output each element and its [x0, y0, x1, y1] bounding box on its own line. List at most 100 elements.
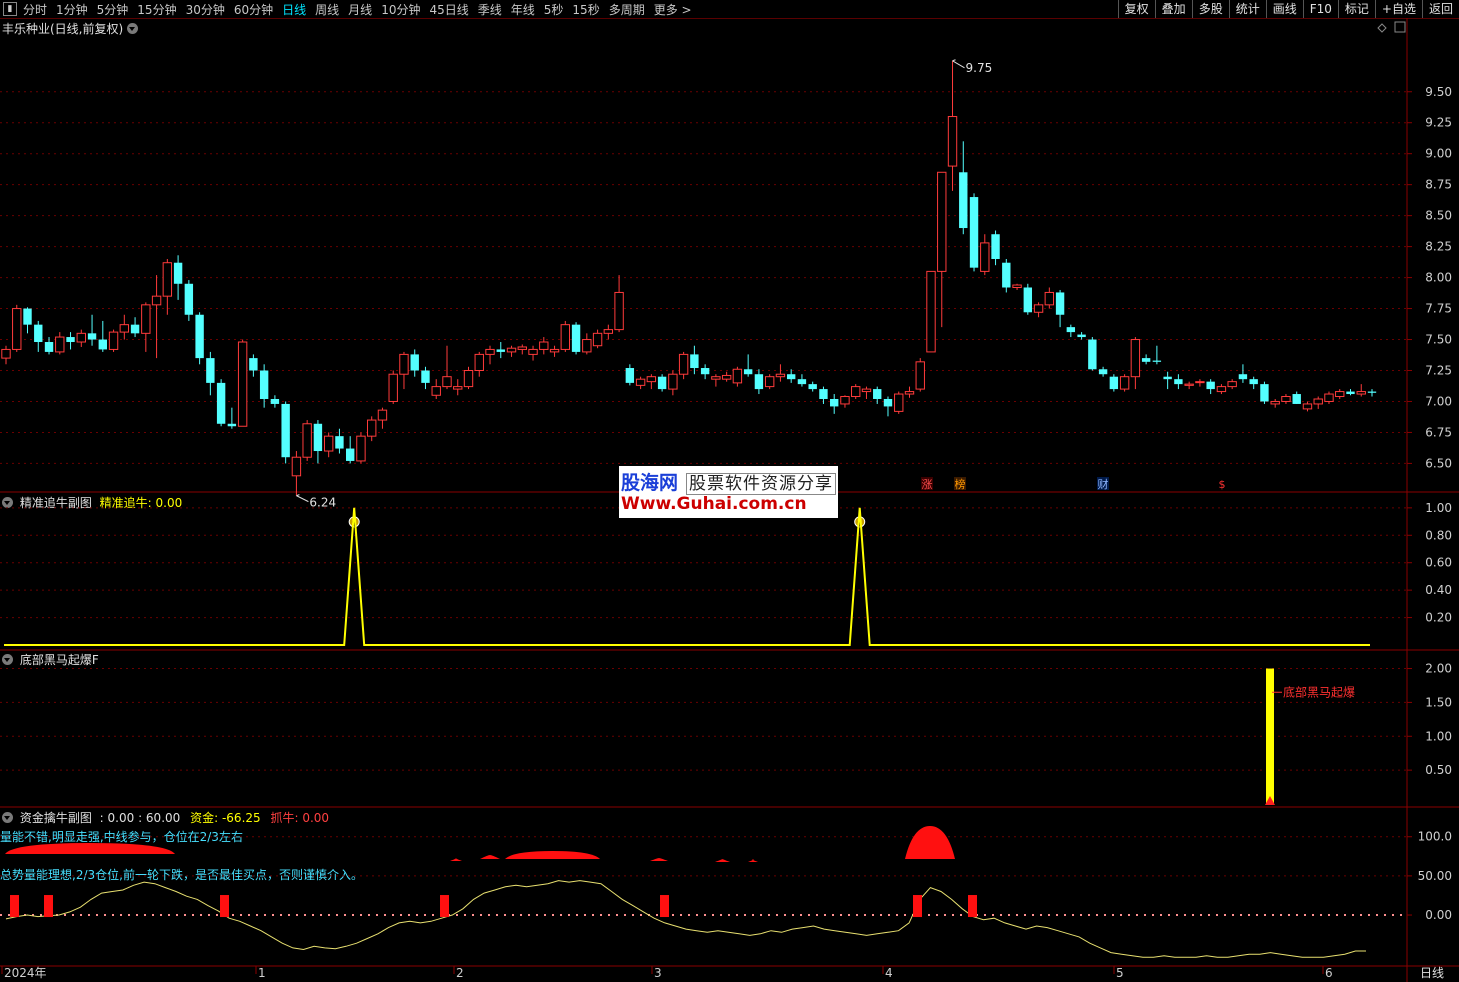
candle-body-up [12, 308, 22, 350]
candle-body-down [819, 389, 828, 399]
event-marker-3: $ [1219, 478, 1226, 491]
candle-body-down [1098, 369, 1108, 375]
candle-body-up [721, 374, 732, 380]
y-tick-label: 7.00 [1425, 394, 1452, 408]
catch-marker [968, 895, 977, 918]
y-tick-label: 50.00 [1418, 869, 1452, 883]
candle-body-down [1238, 374, 1248, 380]
candle-body-up [377, 409, 388, 421]
y-tick-label: 0.50 [1425, 763, 1452, 777]
candle-body-down [1152, 360, 1162, 362]
candle-body-up [1044, 291, 1055, 306]
candle-body-up [980, 242, 990, 272]
candle-body-down [1023, 287, 1033, 313]
y-tick-label: 8.75 [1425, 178, 1452, 192]
candle-body-up [851, 386, 861, 398]
fund-area [450, 858, 462, 861]
fund-area [505, 851, 600, 859]
candle-body-up [237, 341, 248, 427]
candle-body-up [840, 396, 850, 405]
y-tick-label: 7.50 [1425, 333, 1452, 347]
fund-area [480, 855, 500, 859]
catch-marker [913, 895, 922, 918]
watermark-logo: 股海网 股票软件资源分享 Www.Guhai.com.cn [619, 466, 838, 518]
panel-maximize-icon [1394, 21, 1406, 33]
y-tick-label: 0.80 [1425, 528, 1452, 542]
candle-body-up [678, 353, 689, 375]
candle-body-up [442, 376, 452, 388]
candle-body-down [259, 370, 269, 399]
catch-marker [10, 895, 19, 918]
candle-body-up [1216, 386, 1227, 393]
candle-body-up [431, 386, 441, 396]
candle-body-up [1302, 403, 1313, 410]
candle-body-down [1141, 358, 1151, 362]
y-tick-label: 9.50 [1425, 85, 1452, 99]
candle-body-up [108, 331, 119, 350]
candle-body-up [668, 373, 678, 390]
candle-body-up [485, 348, 495, 355]
catch-marker [440, 895, 449, 918]
y-tick-label: 0.60 [1425, 556, 1452, 570]
candle-body-down [249, 358, 258, 371]
candle-body-up [55, 336, 65, 353]
candle-body-up [463, 370, 474, 388]
candle-body-up [141, 304, 151, 334]
y-tick-label: 1.50 [1425, 695, 1452, 709]
candle-body-up [302, 423, 312, 458]
candle-body-down [335, 436, 344, 449]
series-line-jingzhun [4, 507, 1370, 646]
candle-body-down [1174, 379, 1183, 385]
y-tick-label: 1.00 [1425, 501, 1452, 515]
y-tick-label: 1.00 [1425, 729, 1452, 743]
candle-body-up [635, 378, 646, 386]
candle-body-down [1066, 327, 1076, 333]
y-tick-label: 100.0 [1418, 830, 1452, 844]
candle-body-down [410, 354, 419, 371]
candle-body-up [861, 388, 872, 393]
candle-body-down [23, 308, 32, 325]
candle-body-down [34, 324, 43, 343]
candle-body-down [690, 354, 699, 369]
candle-body-up [603, 329, 614, 334]
candle-body-up [947, 116, 958, 167]
candle-body-up [614, 291, 624, 331]
candle-body-down [969, 197, 979, 268]
candle-body-down [1292, 394, 1301, 404]
candle-body-down [873, 389, 882, 399]
candle-body-up [388, 373, 398, 402]
candle-body-up [367, 419, 377, 437]
y-tick-label: 7.25 [1425, 364, 1452, 378]
y-tick-label: 8.25 [1425, 240, 1452, 254]
candle-body-up [1356, 391, 1366, 395]
candle-body-up [937, 171, 947, 272]
event-marker-2: 财 [1098, 477, 1109, 491]
watermark-url: Www.Guhai.com.cn [621, 494, 807, 514]
y-tick-label: 0.20 [1425, 611, 1452, 625]
candle-body-up [323, 435, 334, 452]
candle-body-down [657, 376, 667, 390]
watermark-tagline: 股票软件资源分享 [686, 473, 837, 495]
fund-area [715, 859, 730, 862]
candle-body-up [506, 347, 517, 353]
candle-body-up [711, 376, 721, 380]
candle-body-down [991, 234, 1000, 259]
candle-body-up [1, 348, 11, 359]
candle-body-down [44, 342, 54, 352]
candle-body-up [1012, 284, 1022, 288]
candle-body-up [560, 324, 571, 350]
candle-body-down [830, 398, 839, 407]
y-tick-label: 8.50 [1425, 209, 1452, 223]
catch-marker [44, 895, 53, 918]
candle-body-down [87, 333, 97, 340]
candle-body-down [195, 314, 204, 359]
diamond-icon [1377, 23, 1387, 33]
candle-body-down [1055, 292, 1065, 315]
candle-body-down [496, 349, 505, 352]
low-pointer [296, 494, 309, 503]
bar-heima [1266, 668, 1274, 804]
catch-marker [220, 895, 229, 918]
candle-body-up [474, 353, 484, 371]
candle-body-down [281, 403, 290, 458]
candle-body-up [1227, 381, 1237, 388]
